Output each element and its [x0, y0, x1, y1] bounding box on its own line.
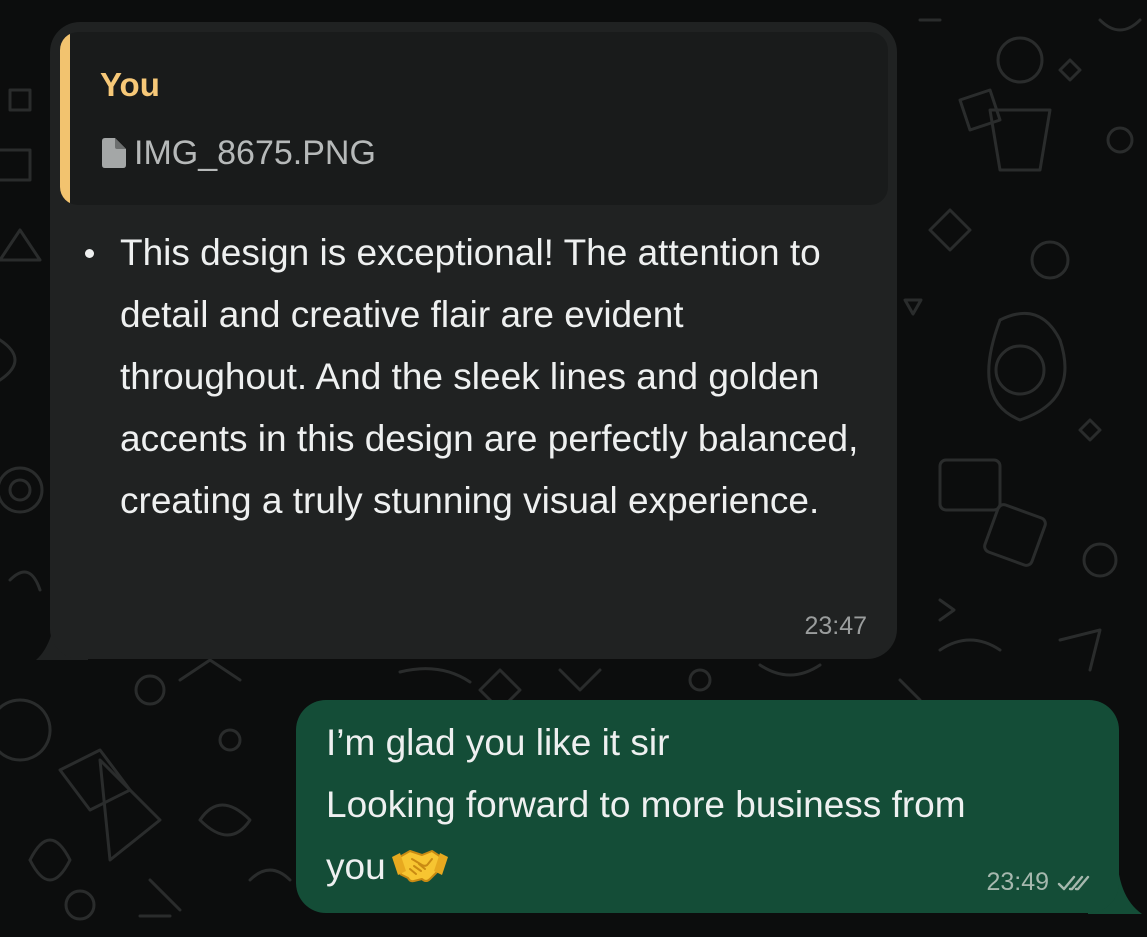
message-text: This design is exceptional! The attentio… — [120, 232, 859, 521]
message-line-text: you — [326, 846, 386, 887]
outgoing-message-meta: 23:49 — [986, 868, 1091, 897]
message-timestamp: 23:47 — [804, 612, 867, 640]
message-line-last: you — [326, 836, 1096, 898]
message-line: Looking forward to more business from — [326, 784, 966, 825]
document-icon — [102, 138, 126, 168]
message-line: I’m glad you like it sir — [326, 722, 670, 763]
incoming-message-bubble[interactable]: You IMG_8675.PNG This design is exceptio… — [50, 22, 897, 659]
read-ticks-icon — [1057, 875, 1090, 890]
quote-author: You — [100, 66, 160, 103]
outgoing-message-text: I’m glad you like it sir Looking forward… — [326, 712, 1096, 898]
handshake-emoji-icon — [391, 850, 448, 883]
reply-quote[interactable]: You IMG_8675.PNG — [60, 32, 888, 205]
bullet-icon — [85, 249, 94, 258]
chat-view: You IMG_8675.PNG This design is exceptio… — [0, 0, 1147, 937]
outgoing-message-bubble[interactable]: I’m glad you like it sir Looking forward… — [296, 700, 1119, 913]
message-timestamp: 23:49 — [986, 868, 1049, 896]
message-bullet-list: This design is exceptional! The attentio… — [80, 222, 880, 532]
quote-file-name: IMG_8675.PNG — [134, 134, 376, 172]
list-item: This design is exceptional! The attentio… — [80, 222, 880, 532]
quote-accent-bar — [60, 32, 70, 205]
quote-file: IMG_8675.PNG — [100, 136, 376, 170]
